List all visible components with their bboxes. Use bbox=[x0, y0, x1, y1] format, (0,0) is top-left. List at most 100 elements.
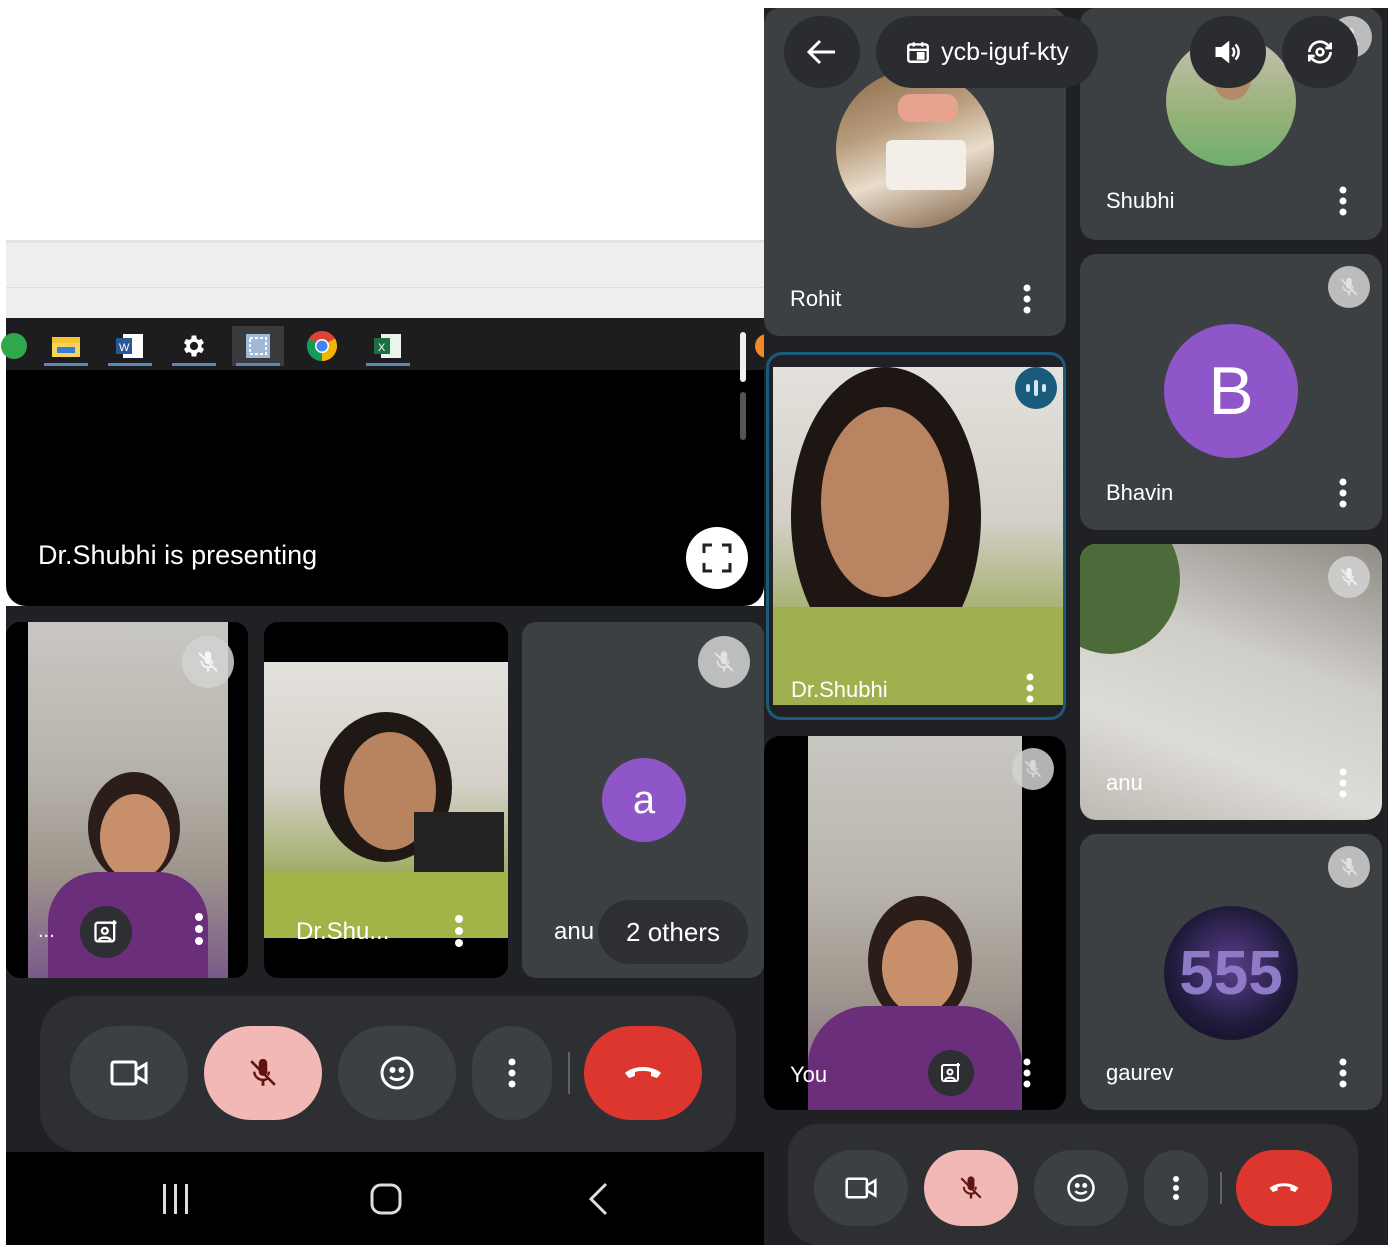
back-chevron-icon bbox=[586, 1181, 610, 1217]
tile-options-button[interactable] bbox=[454, 914, 464, 948]
tile-options-button[interactable] bbox=[1338, 1058, 1348, 1088]
camera-switch-icon bbox=[1303, 36, 1337, 68]
participant-name: Dr.Shubhi bbox=[791, 677, 888, 702]
more-vert-icon bbox=[1025, 673, 1035, 703]
svg-text:W: W bbox=[119, 342, 130, 354]
mic-off-icon bbox=[1338, 566, 1360, 588]
participant-tile-self[interactable]: You bbox=[764, 736, 1066, 1110]
tile-options-button[interactable] bbox=[1338, 768, 1348, 798]
home-button[interactable] bbox=[356, 1174, 416, 1224]
svg-text:X: X bbox=[378, 342, 386, 354]
snipping-icon bbox=[232, 326, 284, 366]
mic-off-icon bbox=[1022, 758, 1044, 780]
more-vert-icon bbox=[1338, 478, 1348, 508]
mic-toggle-button[interactable] bbox=[924, 1150, 1018, 1226]
others-chip[interactable]: 2 others bbox=[598, 900, 748, 964]
person-face bbox=[100, 794, 170, 880]
more-options-button[interactable] bbox=[1144, 1150, 1208, 1226]
photo-detail bbox=[886, 140, 966, 190]
participant-tile-bhavin[interactable]: B Bhavin bbox=[1080, 254, 1382, 530]
participant-name: anu bbox=[554, 918, 595, 945]
avatar: 555 bbox=[1164, 906, 1298, 1040]
participant-tile-self[interactable]: ... bbox=[6, 622, 248, 978]
participant-tile-anu[interactable]: a anu 2 others bbox=[522, 622, 764, 978]
effects-button[interactable] bbox=[928, 1050, 974, 1096]
more-vert-icon bbox=[1338, 768, 1348, 798]
white-area bbox=[6, 0, 764, 240]
right-screenshot: Rohit Shubhi ycb-iguf-kty Dr.Shubhi B Bh… bbox=[764, 8, 1388, 1245]
participant-tile-drshubhi[interactable]: Dr.Shu... bbox=[264, 622, 508, 978]
more-vert-icon bbox=[454, 914, 464, 948]
more-vert-icon bbox=[1338, 186, 1348, 216]
more-vert-icon bbox=[507, 1058, 517, 1088]
participant-photo bbox=[836, 70, 994, 228]
mic-toggle-button[interactable] bbox=[204, 1026, 322, 1120]
tile-options-button[interactable] bbox=[194, 912, 204, 946]
recents-icon bbox=[159, 1182, 193, 1216]
participant-name: Dr.Shu... bbox=[296, 918, 390, 945]
tile-options-button[interactable] bbox=[1025, 673, 1035, 703]
mic-off-icon bbox=[1338, 276, 1360, 298]
emoji-icon bbox=[1066, 1173, 1096, 1203]
more-vert-icon bbox=[1022, 284, 1032, 314]
muted-badge bbox=[1328, 266, 1370, 308]
word-icon: W bbox=[104, 326, 156, 366]
back-button[interactable] bbox=[568, 1174, 628, 1224]
participant-name: Rohit bbox=[790, 286, 842, 311]
camera-button[interactable] bbox=[814, 1150, 908, 1226]
muted-badge bbox=[1328, 846, 1370, 888]
meeting-code-chip[interactable]: ycb-iguf-kty bbox=[876, 16, 1098, 88]
more-vert-icon bbox=[1172, 1176, 1180, 1200]
more-vert-icon bbox=[1022, 1058, 1032, 1088]
switch-camera-button[interactable] bbox=[1282, 16, 1358, 88]
participant-video bbox=[773, 367, 1063, 705]
android-nav-bar bbox=[6, 1152, 764, 1245]
audio-level-icon bbox=[1024, 378, 1048, 398]
mic-off-icon bbox=[957, 1174, 985, 1202]
participant-name: Bhavin bbox=[1106, 480, 1174, 505]
participant-tile-gaurev[interactable]: 555 gaurev bbox=[1080, 834, 1382, 1110]
scrollbar-track[interactable] bbox=[740, 392, 746, 440]
more-options-button[interactable] bbox=[472, 1026, 552, 1120]
mic-off-icon bbox=[195, 649, 221, 675]
reactions-button[interactable] bbox=[1034, 1150, 1128, 1226]
emoji-icon bbox=[379, 1055, 415, 1091]
tile-options-button[interactable] bbox=[1338, 186, 1348, 216]
back-button[interactable] bbox=[784, 16, 860, 88]
shared-screen-taskbar: W X bbox=[1, 318, 777, 370]
video-object bbox=[1080, 544, 1180, 654]
portrait-effects-icon bbox=[92, 918, 120, 946]
fullscreen-button[interactable] bbox=[686, 527, 748, 589]
tile-options-button[interactable] bbox=[1022, 1058, 1032, 1088]
reactions-button[interactable] bbox=[338, 1026, 456, 1120]
scrollbar-thumb[interactable] bbox=[740, 332, 746, 382]
browser-chrome-strip bbox=[6, 240, 764, 318]
end-call-button[interactable] bbox=[584, 1026, 702, 1120]
camera-button[interactable] bbox=[70, 1026, 188, 1120]
mic-off-icon bbox=[246, 1056, 280, 1090]
calendar-icon bbox=[905, 39, 931, 65]
person-face bbox=[882, 920, 958, 1014]
presenting-label: Dr.Shubhi is presenting bbox=[38, 540, 318, 570]
call-controls-bar bbox=[788, 1124, 1358, 1245]
participant-strip: ... Dr.Shu... a anu 2 others bbox=[6, 606, 764, 1245]
participant-name: anu bbox=[1106, 770, 1143, 795]
speaker-button[interactable] bbox=[1190, 16, 1266, 88]
divider bbox=[568, 1052, 570, 1094]
person-body bbox=[808, 1006, 1022, 1110]
tile-options-button[interactable] bbox=[1338, 478, 1348, 508]
muted-badge bbox=[182, 636, 234, 688]
muted-badge bbox=[698, 636, 750, 688]
photo-detail bbox=[898, 94, 958, 122]
tile-options-button[interactable] bbox=[1022, 284, 1032, 314]
participant-tile-drshubhi[interactable]: Dr.Shubhi bbox=[766, 352, 1066, 720]
recents-button[interactable] bbox=[146, 1174, 206, 1224]
effects-button[interactable] bbox=[80, 906, 132, 958]
end-call-button[interactable] bbox=[1236, 1150, 1332, 1226]
meeting-code: ycb-iguf-kty bbox=[941, 37, 1069, 66]
muted-badge bbox=[1012, 748, 1054, 790]
participant-tile-anu[interactable]: anu bbox=[1080, 544, 1382, 820]
participant-name: Shubhi bbox=[1106, 188, 1175, 213]
more-vert-icon bbox=[1338, 1058, 1348, 1088]
mic-off-icon bbox=[711, 649, 737, 675]
